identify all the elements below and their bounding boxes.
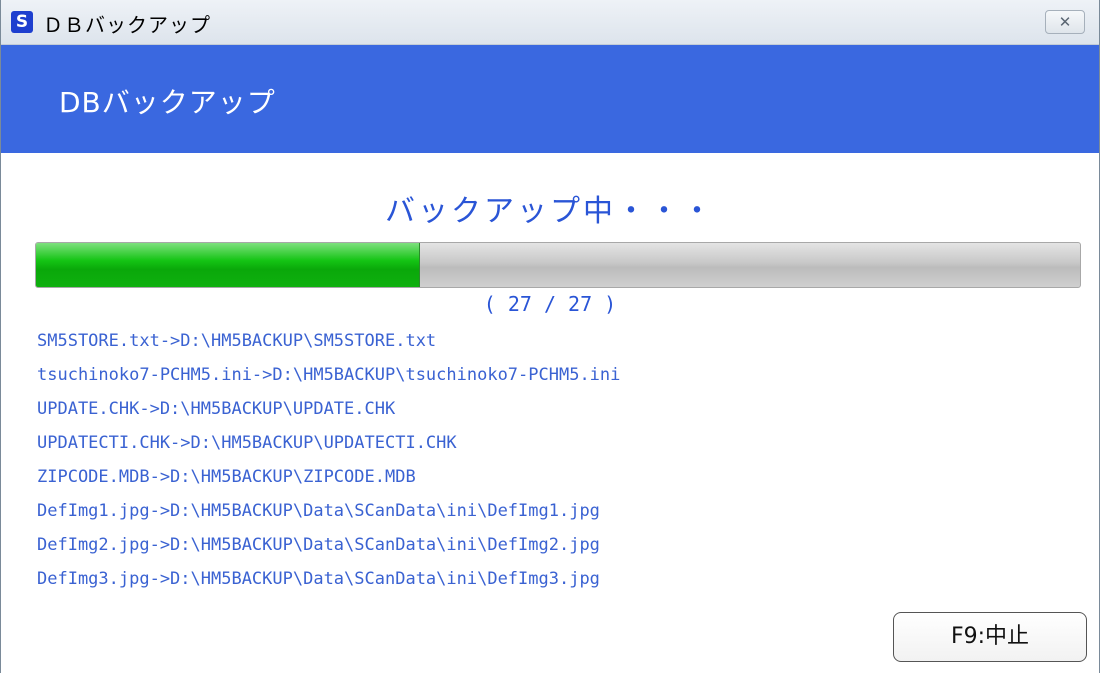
header-banner: DBバックアップ (1, 45, 1099, 153)
progress-bar (35, 242, 1081, 288)
log-line: SM5STORE.txt->D:\HM5BACKUP\SM5STORE.txt (37, 331, 437, 351)
window-title: ＤＢバックアップ (43, 13, 211, 37)
log-line: DefImg1.jpg->D:\HM5BACKUP\Data\SCanData\… (37, 501, 600, 521)
app-icon: S (11, 11, 33, 33)
log-line: UPDATECTI.CHK->D:\HM5BACKUP\UPDATECTI.CH… (37, 433, 457, 453)
page-title: DBバックアップ (59, 86, 276, 119)
log-line: DefImg3.jpg->D:\HM5BACKUP\Data\SCanData\… (37, 569, 600, 589)
log-list: SM5STORE.txt->D:\HM5BACKUP\SM5STORE.txt … (37, 324, 620, 596)
log-line: DefImg2.jpg->D:\HM5BACKUP\Data\SCanData\… (37, 535, 600, 555)
status-text: バックアップ中・・・ (385, 194, 715, 229)
close-icon: ✕ (1058, 13, 1072, 31)
progress-fill (36, 243, 421, 287)
log-line: ZIPCODE.MDB->D:\HM5BACKUP\ZIPCODE.MDB (37, 467, 416, 487)
close-button[interactable]: ✕ (1045, 10, 1085, 34)
log-line: tsuchinoko7-PCHM5.ini->D:\HM5BACKUP\tsuc… (37, 365, 621, 385)
cancel-button[interactable]: F9:中止 (893, 612, 1087, 662)
title-bar[interactable]: S ＤＢバックアップ ✕ (1, 0, 1099, 45)
backup-window: S ＤＢバックアップ ✕ DBバックアップ バックアップ中・・・ ( 27 / … (0, 0, 1100, 673)
log-line: UPDATE.CHK->D:\HM5BACKUP\UPDATE.CHK (37, 399, 396, 419)
progress-count: ( 27 / 27 ) (483, 292, 617, 316)
